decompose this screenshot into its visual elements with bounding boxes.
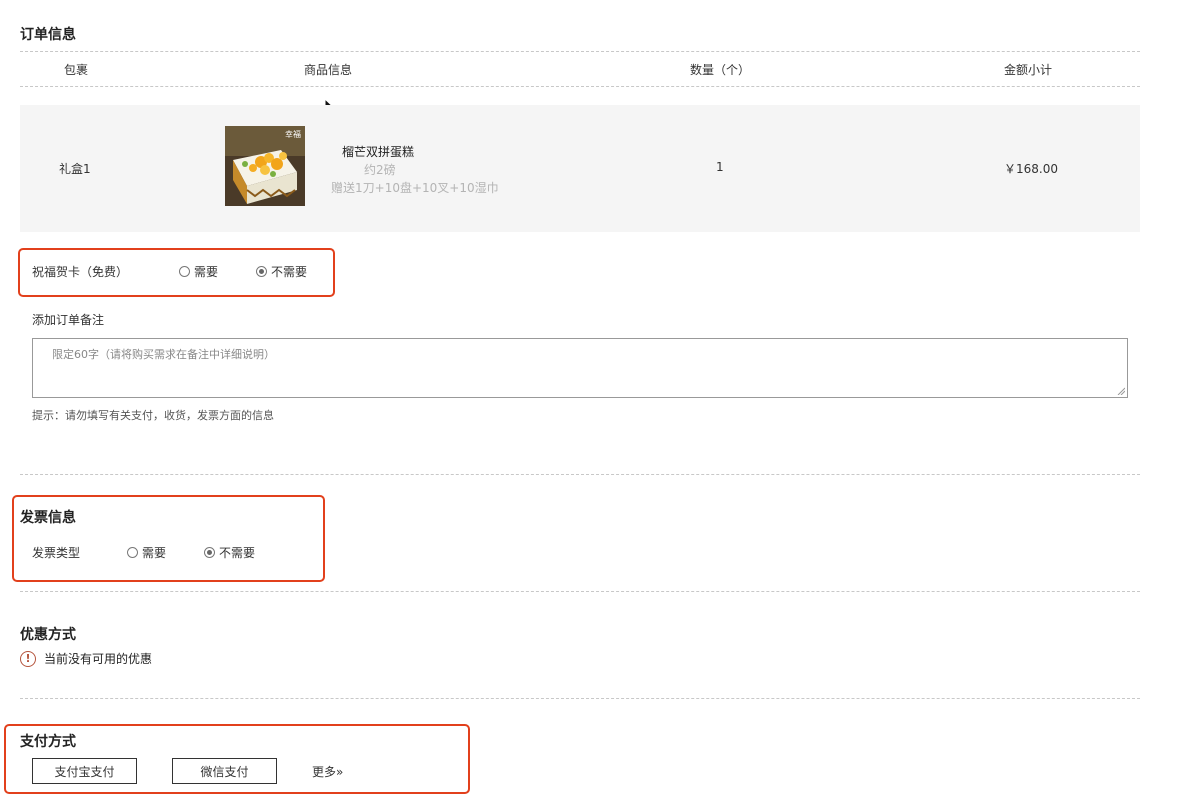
greeting-card-no-need-radio[interactable]: 不需要 bbox=[256, 263, 307, 280]
package-name: 礼盒1 bbox=[59, 162, 91, 176]
divider bbox=[20, 474, 1140, 475]
product-image[interactable]: 幸福 bbox=[225, 126, 305, 206]
invoice-need-radio[interactable]: 需要 bbox=[127, 544, 166, 561]
discount-title: 优惠方式 bbox=[20, 627, 76, 643]
order-info-title: 订单信息 bbox=[20, 27, 76, 43]
discount-message: 当前没有可用的优惠 bbox=[44, 652, 153, 666]
remark-placeholder: 限定60字（请将购买需求在备注中详细说明） bbox=[52, 348, 275, 361]
header-package: 包裹 bbox=[64, 63, 89, 77]
header-subtotal: 金额小计 bbox=[1004, 63, 1053, 77]
resize-grip-icon[interactable] bbox=[1117, 387, 1125, 395]
greeting-card-label: 祝福贺卡（免费） bbox=[32, 265, 129, 279]
greeting-card-need-radio[interactable]: 需要 bbox=[179, 263, 218, 280]
divider bbox=[20, 86, 1140, 87]
radio-checked-icon bbox=[204, 547, 215, 558]
payment-title: 支付方式 bbox=[20, 734, 76, 750]
product-quantity: 1 bbox=[716, 160, 724, 174]
product-gift: 赠送1刀+10盘+10叉+10湿巾 bbox=[331, 181, 499, 195]
radio-label: 不需要 bbox=[271, 265, 308, 279]
radio-icon bbox=[179, 266, 190, 277]
product-name[interactable]: 榴芒双拼蛋糕 bbox=[342, 143, 414, 160]
divider bbox=[20, 591, 1140, 592]
invoice-title: 发票信息 bbox=[20, 510, 76, 526]
wechat-pay-button[interactable]: 微信支付 bbox=[172, 758, 277, 784]
divider bbox=[20, 698, 1140, 699]
image-badge: 幸福 bbox=[285, 130, 301, 139]
radio-checked-icon bbox=[256, 266, 267, 277]
more-payment-link[interactable]: 更多» bbox=[312, 763, 343, 780]
remark-hint: 提示：请勿填写有关支付，收货，发票方面的信息 bbox=[32, 409, 274, 422]
radio-label: 需要 bbox=[194, 265, 219, 279]
invoice-type-label: 发票类型 bbox=[32, 546, 81, 560]
warning-icon: ! bbox=[20, 650, 36, 667]
radio-label: 不需要 bbox=[219, 546, 256, 560]
remark-label: 添加订单备注 bbox=[32, 313, 105, 327]
radio-icon bbox=[127, 547, 138, 558]
header-product: 商品信息 bbox=[304, 63, 353, 77]
product-subtotal: ￥168.00 bbox=[1004, 162, 1058, 176]
product-weight: 约2磅 bbox=[364, 163, 396, 177]
discount-message-row: ! 当前没有可用的优惠 bbox=[20, 650, 152, 667]
invoice-no-need-radio[interactable]: 不需要 bbox=[204, 544, 255, 561]
table-row bbox=[20, 105, 1140, 232]
remark-textarea[interactable]: 限定60字（请将购买需求在备注中详细说明） bbox=[32, 338, 1128, 398]
radio-label: 需要 bbox=[142, 546, 167, 560]
divider bbox=[20, 51, 1140, 52]
header-quantity: 数量（个） bbox=[690, 63, 751, 77]
alipay-button[interactable]: 支付宝支付 bbox=[32, 758, 137, 784]
